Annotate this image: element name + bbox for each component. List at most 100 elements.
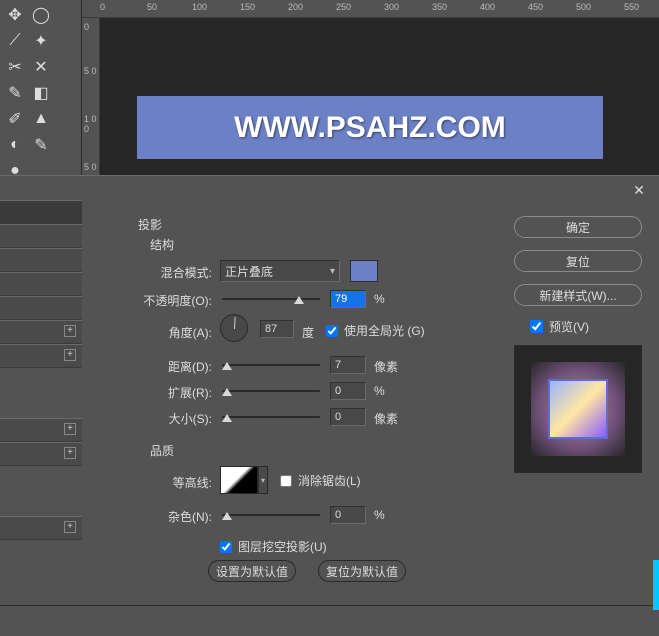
contour-label: 等高线: <box>148 474 212 491</box>
set-default-button[interactable]: 设置为默认值 <box>208 560 296 582</box>
horizontal-ruler: 0 50 100 150 200 250 300 350 400 450 500… <box>82 0 659 18</box>
antialias-checkbox[interactable]: 消除锯齿(L) <box>280 472 361 489</box>
right-edge-accent <box>653 560 659 610</box>
preview-label: 预览(V) <box>549 318 589 335</box>
quality-title: 品质 <box>150 442 174 459</box>
blend-mode-select[interactable]: 正片叠底 <box>220 260 340 282</box>
ruler-mark: 400 <box>480 2 495 12</box>
shadow-color-swatch[interactable] <box>350 260 378 282</box>
wand-tool[interactable]: ✦ <box>29 29 53 53</box>
effect-list-item[interactable]: + <box>0 320 82 344</box>
gradient-tool[interactable]: ◐ <box>3 133 27 157</box>
contour-swatch[interactable] <box>220 466 258 494</box>
vruler-mark: 5 0 <box>84 162 97 172</box>
add-icon[interactable]: + <box>64 521 76 533</box>
opacity-slider[interactable] <box>222 298 320 300</box>
angle-unit: 度 <box>302 324 314 341</box>
blend-mode-value: 正片叠底 <box>225 263 273 280</box>
global-light-checkbox[interactable]: 使用全局光 (G) <box>326 322 425 339</box>
add-icon[interactable]: + <box>64 423 76 435</box>
ruler-mark: 50 <box>147 2 157 12</box>
close-button[interactable]: ✕ <box>631 182 647 198</box>
structure-title: 结构 <box>150 236 174 253</box>
size-slider[interactable] <box>222 416 320 418</box>
add-icon[interactable]: + <box>64 325 76 337</box>
distance-slider[interactable] <box>222 364 320 366</box>
panel-title: 投影 <box>138 216 162 233</box>
size-input[interactable] <box>330 408 366 426</box>
brush-tool[interactable]: ✐ <box>3 107 27 131</box>
ruler-mark: 300 <box>384 2 399 12</box>
spread-label: 扩展(R): <box>148 384 212 401</box>
noise-unit: % <box>374 508 385 522</box>
spread-unit: % <box>374 384 385 398</box>
angle-label: 角度(A): <box>148 324 212 341</box>
vertical-ruler: 0 5 0 1 0 0 5 0 <box>82 18 100 175</box>
eyedropper-tool[interactable]: ✎ <box>3 81 27 105</box>
distance-unit: 像素 <box>374 358 398 375</box>
ruler-mark: 350 <box>432 2 447 12</box>
stamp-tool[interactable]: ▲ <box>29 107 53 131</box>
ruler-mark: 550 <box>624 2 639 12</box>
lasso-tool[interactable]: ⟋ <box>3 29 27 53</box>
ruler-tool[interactable]: ◧ <box>29 81 53 105</box>
knockout-checkbox[interactable]: 图层挖空投影(U) <box>220 538 327 555</box>
ruler-mark: 200 <box>288 2 303 12</box>
effect-list-item[interactable] <box>0 224 82 248</box>
spread-slider[interactable] <box>222 390 320 392</box>
new-style-button[interactable]: 新建样式(W)... <box>514 284 642 306</box>
opacity-input[interactable] <box>330 290 366 308</box>
angle-dial[interactable] <box>220 314 248 342</box>
reset-default-button[interactable]: 复位为默认值 <box>318 560 406 582</box>
effects-list: + + + + + <box>0 200 82 606</box>
eraser-tool[interactable]: ✎ <box>29 133 53 157</box>
size-label: 大小(S): <box>148 410 212 427</box>
watermark-text: WWW.PSAHZ.COM <box>234 111 506 145</box>
distance-input[interactable] <box>330 356 366 374</box>
global-light-label: 使用全局光 (G) <box>344 322 425 339</box>
contour-dropdown-arrow[interactable]: ▾ <box>258 466 268 494</box>
size-unit: 像素 <box>374 410 398 427</box>
effect-list-item[interactable]: + <box>0 418 82 442</box>
effect-settings-panel: 投影 结构 混合模式: 正片叠底 不透明度(O): % 角度(A): 度 使用全… <box>88 208 508 598</box>
ruler-mark: 100 <box>192 2 207 12</box>
preview-checkbox[interactable]: 预览(V) <box>530 318 648 335</box>
add-icon[interactable]: + <box>64 349 76 361</box>
move-tool[interactable]: ✥ <box>3 3 27 27</box>
ok-button[interactable]: 确定 <box>514 216 642 238</box>
angle-input[interactable] <box>260 320 294 338</box>
spread-input[interactable] <box>330 382 366 400</box>
slice-tool[interactable]: ✕ <box>29 55 53 79</box>
vruler-mark: 0 <box>84 22 89 32</box>
ruler-mark: 500 <box>576 2 591 12</box>
ruler-mark: 0 <box>100 2 105 12</box>
effect-list-item[interactable] <box>0 272 82 296</box>
distance-label: 距离(D): <box>148 358 212 375</box>
ruler-mark: 450 <box>528 2 543 12</box>
ruler-mark: 150 <box>240 2 255 12</box>
effect-list-item[interactable]: + <box>0 442 82 466</box>
effect-list-item[interactable] <box>0 248 82 272</box>
reset-button[interactable]: 复位 <box>514 250 642 272</box>
ruler-mark: 250 <box>336 2 351 12</box>
crop-tool[interactable]: ✂ <box>3 55 27 79</box>
preview-thumbnail <box>514 345 642 473</box>
add-icon[interactable]: + <box>64 447 76 459</box>
opacity-label: 不透明度(O): <box>128 292 212 309</box>
noise-label: 杂色(N): <box>148 508 212 525</box>
effect-list-item[interactable]: + <box>0 516 82 540</box>
noise-input[interactable] <box>330 506 366 524</box>
toolbox: ✥ ◯ ⟋ ✦ ✂ ✕ ✎ ◧ ✐ ▲ ◐ ✎ ● <box>0 0 82 175</box>
layer-style-dialog: ✕ + + + + + 投影 结构 混合模式: 正片叠底 不透明度(O): % … <box>0 175 659 605</box>
canvas-layer[interactable]: WWW.PSAHZ.COM <box>137 96 603 159</box>
antialias-label: 消除锯齿(L) <box>298 472 361 489</box>
knockout-label: 图层挖空投影(U) <box>238 538 327 555</box>
marquee-tool[interactable]: ◯ <box>29 3 53 27</box>
noise-slider[interactable] <box>222 514 320 516</box>
dialog-actions: 确定 复位 新建样式(W)... 预览(V) <box>514 216 648 473</box>
vruler-mark: 5 0 <box>84 66 97 76</box>
effect-list-item[interactable] <box>0 200 82 224</box>
effect-list-item[interactable] <box>0 296 82 320</box>
opacity-unit: % <box>374 292 385 306</box>
effect-list-item[interactable]: + <box>0 344 82 368</box>
